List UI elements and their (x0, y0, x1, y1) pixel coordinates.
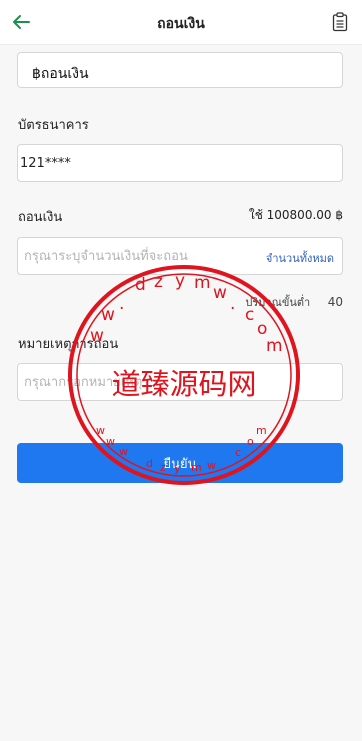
svg-text:m: m (266, 336, 283, 356)
page-title: ถอนเงิน (157, 16, 205, 32)
svg-text:w: w (101, 305, 115, 325)
withdraw-all-link[interactable]: จำนวนทั้งหมด (266, 249, 334, 267)
svg-text:w: w (96, 424, 105, 437)
svg-text:.: . (230, 294, 235, 314)
bank-card-label: บัตรธนาคาร (18, 118, 89, 133)
bank-card-selector[interactable]: 121**** (17, 144, 343, 182)
note-field (17, 363, 343, 401)
svg-text:m: m (256, 424, 267, 437)
minimum-amount-value: 40 (327, 295, 343, 309)
currency-label: ฿ถอนเงิน (32, 66, 89, 82)
svg-text:w: w (213, 283, 227, 303)
svg-text:d: d (135, 275, 146, 295)
note-input[interactable] (18, 364, 342, 400)
svg-text:.: . (119, 294, 124, 314)
clipboard-record-icon[interactable] (332, 12, 348, 32)
currency-selector[interactable]: ฿ถอนเงิน (17, 52, 343, 88)
available-balance: ใช้ 100800.00 ฿ (248, 208, 343, 222)
svg-text:m: m (194, 273, 211, 293)
minimum-amount-label: ปริมาณขั้นต่ำ (245, 296, 311, 309)
minimum-amount-row: ปริมาณขั้นต่ำ 40 (245, 293, 343, 311)
top-bar: ถอนเงิน (0, 0, 362, 45)
bank-card-value: 121**** (20, 156, 71, 171)
watermark-url-top: w w . d z y m w . c o m (90, 271, 283, 356)
amount-field: จำนวนทั้งหมด (17, 237, 343, 275)
withdraw-amount-label: ถอนเงิน (18, 210, 63, 225)
confirm-button[interactable]: ยืนยัน (17, 443, 343, 483)
svg-text:z: z (154, 272, 163, 292)
withdraw-note-label: หมายเหตุการถอน (18, 337, 119, 352)
svg-text:o: o (257, 319, 267, 339)
